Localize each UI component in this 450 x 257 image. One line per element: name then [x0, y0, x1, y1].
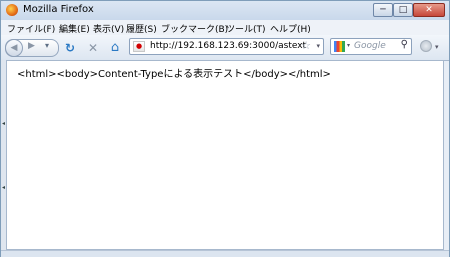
site-favicon-icon: ●: [133, 41, 145, 52]
browser-window: Mozilla Firefox ─ □ ✕ ファイル(F) 編集(E) 表示(V…: [0, 0, 450, 257]
search-input[interactable]: Google: [354, 41, 386, 51]
menu-view[interactable]: 表示(V): [93, 22, 124, 35]
reload-icon[interactable]: ↻: [63, 41, 77, 55]
page-text: <html><body>Content-Typeによる表示テスト</body><…: [17, 69, 331, 80]
close-button[interactable]: ✕: [413, 3, 445, 17]
firefox-logo-icon: [6, 4, 18, 16]
stop-icon[interactable]: ✕: [86, 41, 100, 55]
url-text[interactable]: http://192.168.123.69:3000/astext: [150, 41, 306, 51]
menu-edit[interactable]: 編集(E): [59, 22, 90, 35]
google-engine-icon[interactable]: [334, 41, 345, 52]
navigation-toolbar: ◀ ▶ ▾ ↻ ✕ ⌂ ● http://192.168.123.69:3000…: [1, 35, 449, 61]
search-icon[interactable]: ⚲: [401, 39, 408, 50]
back-forward-group: ◀ ▶ ▾: [5, 39, 59, 57]
page-content: <html><body>Content-Typeによる表示テスト</body><…: [6, 60, 444, 250]
engine-dropdown-icon[interactable]: ▾: [347, 42, 350, 49]
menu-help[interactable]: ヘルプ(H): [270, 22, 311, 35]
bookmark-star-icon[interactable]: ☆: [301, 39, 311, 52]
title-bar: Mozilla Firefox ─ □ ✕: [1, 1, 449, 20]
splitter-arrow-icon: ◂: [2, 184, 6, 191]
menu-history[interactable]: 履歴(S): [126, 22, 157, 35]
history-dropdown-icon[interactable]: ▾: [45, 41, 49, 50]
url-bar[interactable]: ● http://192.168.123.69:3000/astext ☆ ▾: [129, 38, 324, 55]
menu-bar: ファイル(F) 編集(E) 表示(V) 履歴(S) ブックマーク(B) ツール(…: [1, 20, 449, 35]
status-bar: [1, 250, 449, 257]
menu-file[interactable]: ファイル(F): [7, 22, 55, 35]
menu-bookmarks[interactable]: ブックマーク(B): [161, 22, 228, 35]
url-dropdown-icon[interactable]: ▾: [316, 42, 320, 50]
addon-gear-icon[interactable]: [420, 40, 432, 52]
forward-button[interactable]: ▶: [28, 41, 35, 51]
splitter-arrow-icon: ◂: [2, 120, 6, 127]
menu-tools[interactable]: ツール(T): [226, 22, 266, 35]
window-title: Mozilla Firefox: [23, 4, 94, 15]
home-icon[interactable]: ⌂: [108, 41, 122, 55]
search-bar[interactable]: ▾ Google ⚲: [330, 38, 412, 55]
back-button[interactable]: ◀: [5, 39, 23, 57]
maximize-button[interactable]: □: [393, 3, 413, 17]
addon-dropdown-icon[interactable]: ▾: [435, 43, 439, 51]
minimize-button[interactable]: ─: [373, 3, 393, 17]
